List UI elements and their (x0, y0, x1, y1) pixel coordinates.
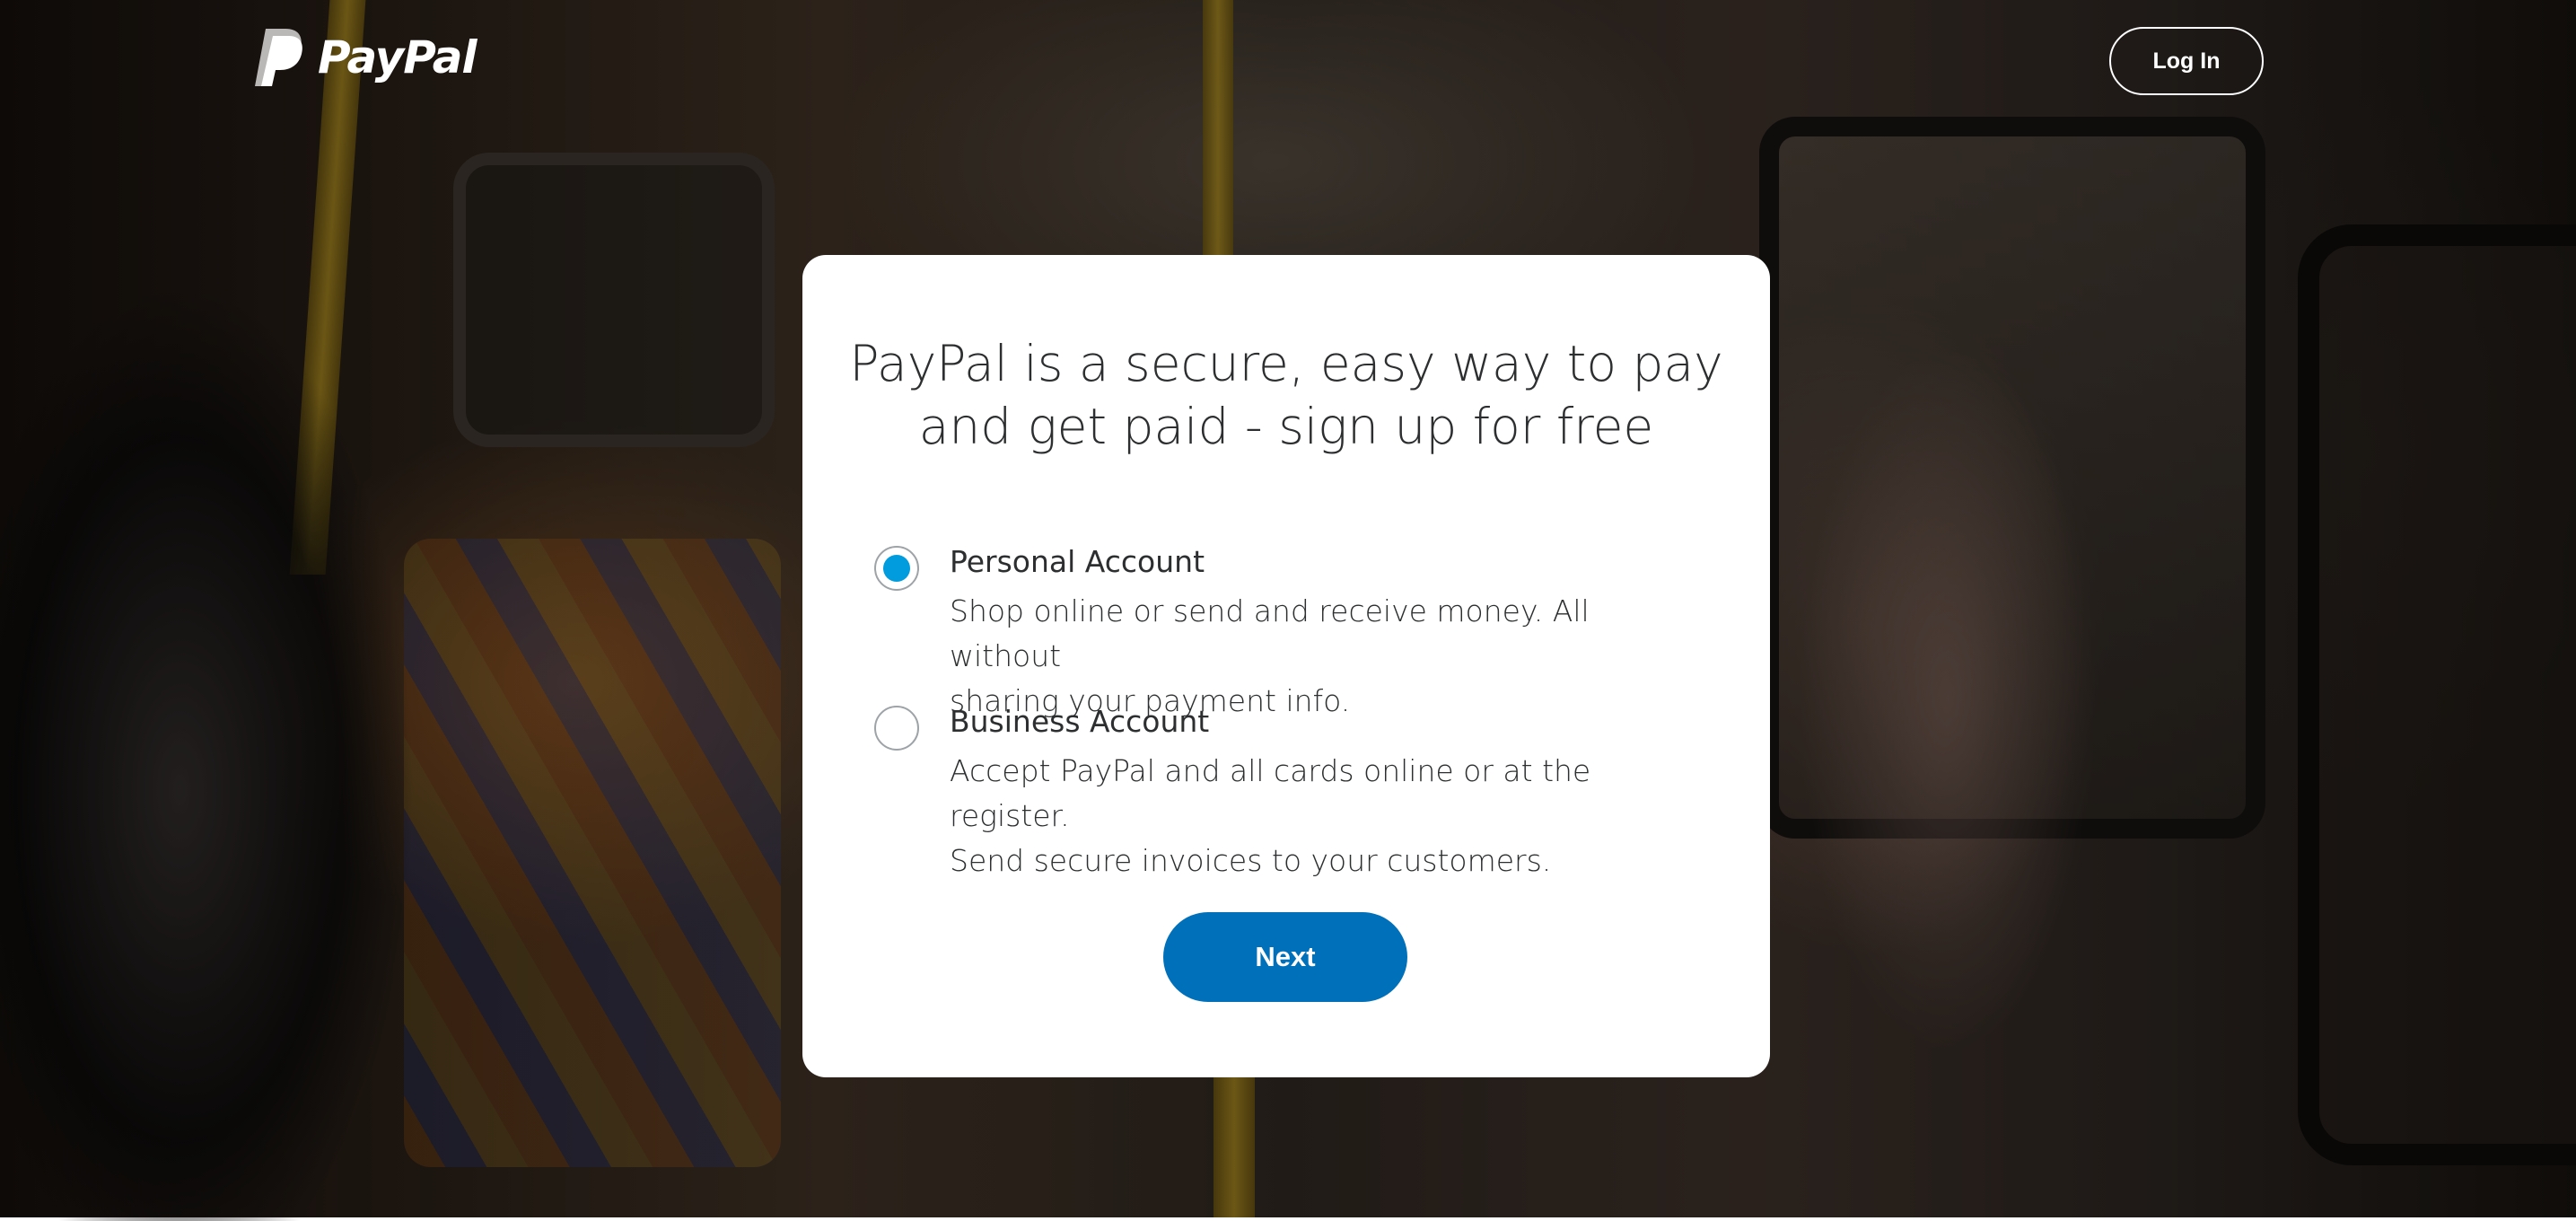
business-account-desc-line-2: Send secure invoices to your customers. (950, 843, 1552, 878)
radio-dot (883, 555, 910, 582)
signup-card: PayPal is a secure, easy way to pay and … (802, 255, 1770, 1077)
business-account-title: Business Account (950, 704, 1210, 739)
paypal-logo-icon (253, 27, 305, 88)
radio-selected-icon[interactable] (874, 546, 919, 591)
business-account-description: Accept PayPal and all cards online or at… (950, 749, 1668, 883)
paypal-logo-text: PayPal (318, 31, 478, 83)
next-button[interactable]: Next (1163, 912, 1407, 1002)
login-button[interactable]: Log In (2109, 27, 2264, 95)
radio-unselected-icon[interactable] (874, 706, 919, 751)
business-account-desc-line-1: Accept PayPal and all cards online or at… (950, 753, 1591, 833)
paypal-logo[interactable]: PayPal (253, 27, 478, 88)
personal-account-desc-line-1: Shop online or send and receive money. A… (950, 593, 1590, 673)
personal-account-title: Personal Account (950, 544, 1205, 579)
signup-title-line-2: and get paid - sign up for free (918, 398, 1654, 455)
signup-title-line-1: PayPal is a secure, easy way to pay (849, 335, 1723, 392)
signup-title: PayPal is a secure, easy way to pay and … (802, 332, 1770, 458)
